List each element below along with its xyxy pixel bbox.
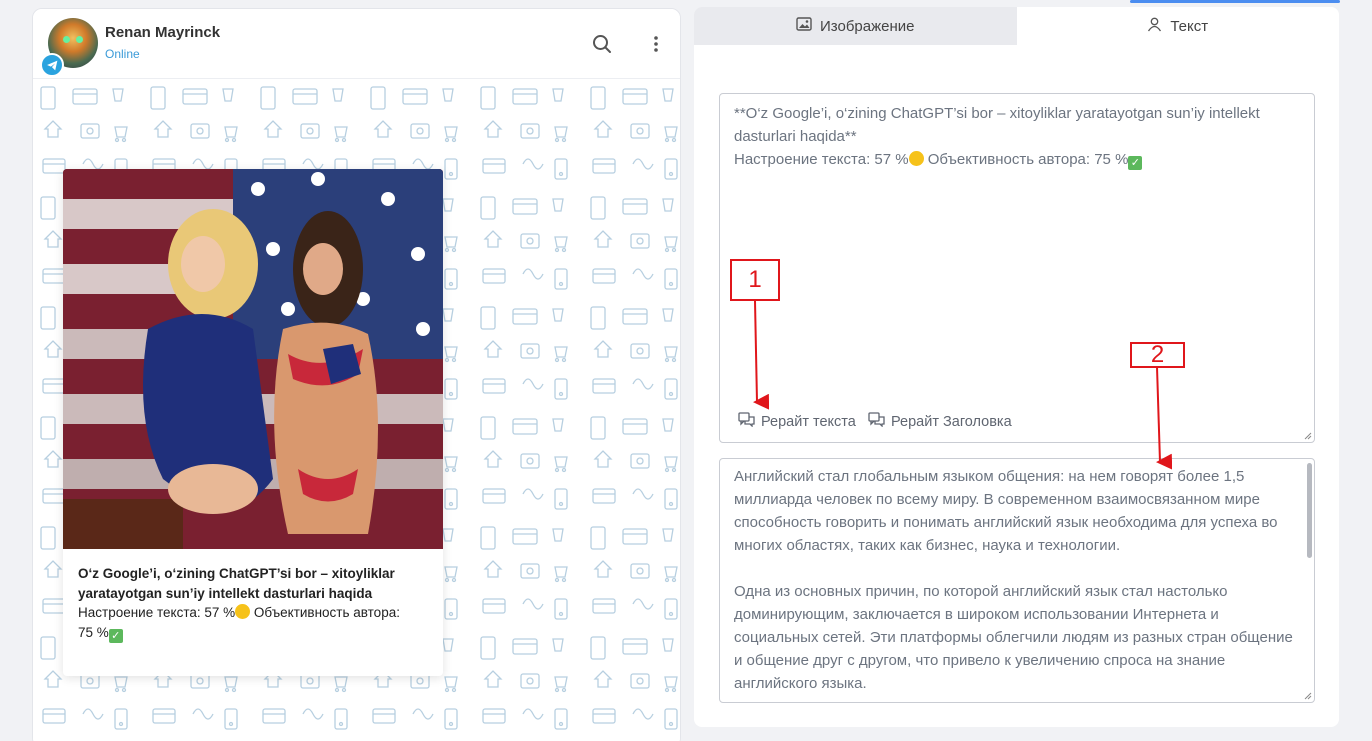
- tab-text-label: Текст: [1170, 17, 1209, 35]
- more-vertical-icon[interactable]: [645, 33, 667, 55]
- objectivity-label: Объективность автора:: [253, 605, 400, 620]
- chat-panel: Renan Mayrinck Online O‘z Google’i, o‘zi…: [32, 8, 681, 741]
- contact-name: Renan Mayrinck: [105, 24, 221, 41]
- scrollbar[interactable]: [1307, 463, 1312, 558]
- tab-image-label: Изображение: [820, 17, 915, 35]
- result-content: Английский стал глобальным языком общени…: [734, 465, 1299, 695]
- result-paragraph: Английский стал глобальным языком общени…: [734, 468, 1278, 554]
- tab-text[interactable]: Текст: [1016, 7, 1339, 45]
- editor-content[interactable]: **O‘z Google’i, o‘zining ChatGPT’si bor …: [734, 102, 1294, 171]
- rewrite-title-label: Рерайт Заголовка: [891, 413, 1012, 430]
- message-title: O‘z Google’i, o‘zining ChatGPT’si bor – …: [78, 566, 395, 601]
- image-icon: [796, 17, 812, 35]
- resize-handle[interactable]: [1304, 692, 1312, 700]
- editor-objectivity-label: Объективность автора: 75 %: [927, 151, 1129, 168]
- user-icon: [1147, 17, 1162, 36]
- checkmark-emoji-icon: ✓: [108, 629, 123, 643]
- tab-image[interactable]: Изображение: [694, 7, 1017, 45]
- rewrite-title-button[interactable]: Рерайт Заголовка: [868, 412, 1012, 431]
- resize-handle[interactable]: [1304, 432, 1312, 440]
- result-paragraph: Одна из основных причин, по которой англ…: [734, 583, 1293, 692]
- editor-title-line: **O‘z Google’i, o‘zining ChatGPT’si bor …: [734, 105, 1260, 145]
- smile-emoji-icon: [235, 604, 251, 619]
- editor-mood-label: Настроение текста: 57 %: [734, 151, 909, 168]
- chat-bubbles-icon: [868, 412, 885, 431]
- tab-bar: Изображение Текст: [694, 7, 1339, 45]
- smile-emoji-icon: [908, 151, 924, 166]
- chat-background: O‘z Google’i, o‘zining ChatGPT’si bor – …: [33, 79, 680, 741]
- chat-header: Renan Mayrinck Online: [33, 9, 680, 79]
- message-image[interactable]: [63, 169, 443, 549]
- rewrite-text-button[interactable]: Рерайт текста: [738, 412, 856, 431]
- message-meta: Настроение текста: 57 % Объективность ав…: [78, 603, 428, 643]
- top-accent-bar: [1130, 0, 1340, 3]
- annotation-marker-2: 2: [1130, 341, 1185, 368]
- message-card: O‘z Google’i, o‘zining ChatGPT’si bor – …: [63, 169, 443, 676]
- editor-panel: Изображение Текст **O‘z Google’i, o‘zini…: [694, 7, 1339, 727]
- editor-meta-line: Настроение текста: 57 % Объективность ав…: [734, 148, 1294, 171]
- annotation-marker-1: 1: [730, 259, 780, 301]
- contact-status: Online: [105, 47, 140, 61]
- chat-bubbles-icon: [738, 412, 755, 431]
- mood-label: Настроение текста: 57 %: [78, 605, 236, 620]
- telegram-icon: [40, 53, 64, 77]
- checkmark-emoji-icon: ✓: [1128, 156, 1143, 170]
- search-icon[interactable]: [591, 33, 613, 55]
- rewrite-text-label: Рерайт текста: [761, 413, 856, 430]
- result-textarea[interactable]: Английский стал глобальным языком общени…: [719, 458, 1315, 703]
- text-editor[interactable]: **O‘z Google’i, o‘zining ChatGPT’si bor …: [719, 93, 1315, 443]
- objectivity-value: 75 %: [78, 625, 109, 640]
